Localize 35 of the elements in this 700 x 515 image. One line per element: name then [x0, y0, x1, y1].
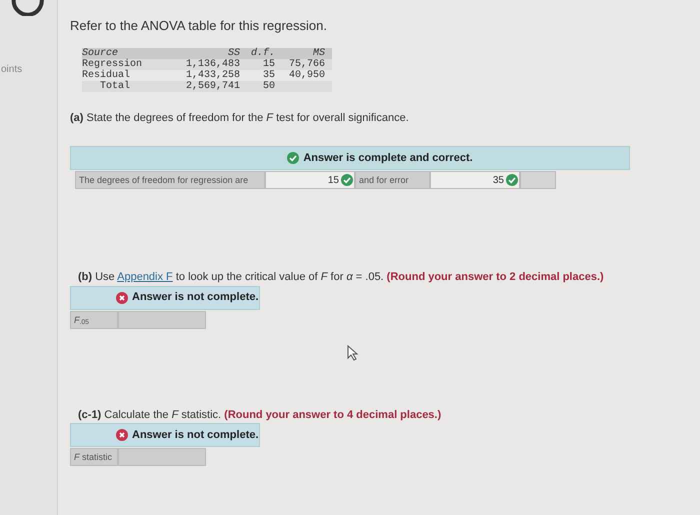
- question-text: (a) State the degrees of freedom for the F test for overall significance.: [70, 110, 410, 126]
- column-header: MS: [312, 48, 325, 58]
- field-value: 15: [328, 174, 339, 188]
- cursor-icon: [347, 345, 359, 361]
- intro-text: Refer to the ANOVA table for this regression.: [70, 17, 328, 35]
- question-text: (b) Use Appendix F to look up the critical value of F for α = .05. (Round your answer to 2 decimal places.): [78, 270, 605, 285]
- table-cell-text: 50: [262, 80, 275, 92]
- result-message: Answer is complete and correct.: [303, 150, 473, 166]
- table-cell-text: Residual: [82, 70, 130, 80]
- answer-field[interactable]: 15: [265, 171, 355, 189]
- question-text: (c-1) Calculate the F statistic. (Round your answer to 4 decimal places.): [78, 408, 442, 422]
- table-cell-text: 40,950: [288, 70, 325, 80]
- field-label: and for error: [355, 171, 430, 189]
- table-cell-text: 75,766: [288, 58, 325, 70]
- field-label: F$_{.05}$: [70, 310, 118, 328]
- answer-field[interactable]: [118, 448, 206, 466]
- table-cell-text: Regression: [82, 58, 144, 70]
- table-cell-text: Total: [99, 80, 132, 92]
- column-header: SS: [226, 48, 240, 58]
- table-cell-text: 1,433,258: [184, 70, 240, 80]
- answer-field[interactable]: 35: [430, 171, 520, 189]
- field-label: F statistic: [70, 448, 118, 466]
- table-cell-text: 1,136,483: [184, 58, 240, 70]
- result-message: Answer is not complete.: [132, 290, 259, 306]
- field-value: 35: [492, 174, 504, 188]
- table-cell-text: 35: [262, 70, 275, 80]
- points-label: oints: [1, 63, 24, 77]
- table-cell-text: 15: [262, 58, 275, 70]
- column-header: d.f.: [250, 48, 275, 58]
- result-message: Answer is not complete.: [132, 428, 259, 443]
- appendix-link[interactable]: Appendix F: [117, 271, 173, 283]
- field-label: The degrees of freedom for regression are: [75, 171, 265, 189]
- column-header: Source: [82, 48, 120, 58]
- table-cell-text: 2,569,741: [184, 80, 240, 92]
- answer-field[interactable]: [118, 310, 206, 328]
